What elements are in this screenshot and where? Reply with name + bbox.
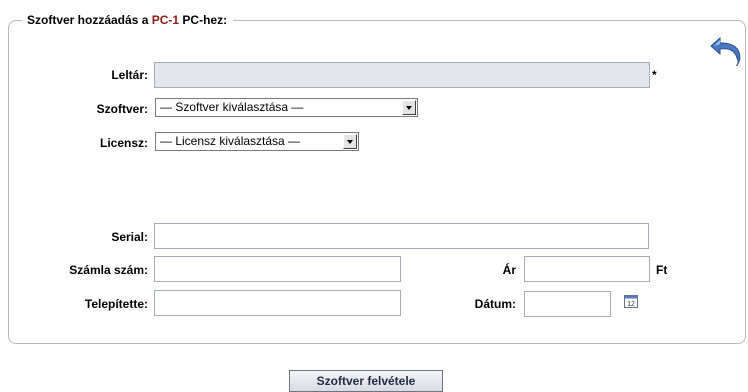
telepitette-label: Telepítette: bbox=[84, 297, 148, 311]
leltar-input[interactable] bbox=[154, 62, 650, 88]
calendar-day: 12 bbox=[627, 301, 635, 308]
legend-suffix: PC-hez: bbox=[179, 13, 228, 27]
calendar-icon[interactable]: 12 bbox=[624, 295, 638, 308]
leltar-label: Leltár: bbox=[111, 68, 148, 82]
datum-label: Dátum: bbox=[474, 297, 516, 311]
chevron-down-icon[interactable] bbox=[402, 100, 416, 115]
szoftver-selected-value: — Szoftver kiválasztása — bbox=[160, 100, 304, 114]
licensz-label: Licensz: bbox=[99, 136, 148, 150]
legend-pc-name: PC-1 bbox=[151, 13, 180, 27]
currency-unit: Ft bbox=[656, 263, 668, 277]
serial-label: Serial: bbox=[111, 230, 148, 244]
required-mark: * bbox=[652, 68, 657, 82]
ar-input[interactable] bbox=[524, 256, 650, 282]
licensz-selected-value: — Licensz kiválasztása — bbox=[160, 134, 301, 148]
licensz-select[interactable]: — Licensz kiválasztása — bbox=[155, 132, 359, 151]
telepitette-input[interactable] bbox=[154, 290, 401, 316]
legend-prefix: Szoftver hozzáadás a bbox=[27, 13, 152, 27]
chevron-down-icon[interactable] bbox=[343, 134, 357, 149]
szamla-input[interactable] bbox=[154, 256, 401, 282]
szoftver-label: Szoftver: bbox=[96, 102, 148, 116]
submit-software-button[interactable]: Szoftver felvétele bbox=[289, 370, 443, 392]
szoftver-select[interactable]: — Szoftver kiválasztása — bbox=[155, 98, 418, 117]
datum-input[interactable] bbox=[524, 291, 611, 317]
form-legend: Szoftver hozzáadás a PC-1 PC-hez: bbox=[22, 12, 234, 28]
ar-label: Ár bbox=[502, 263, 516, 277]
serial-input[interactable] bbox=[154, 223, 649, 249]
szamla-label: Számla szám: bbox=[69, 263, 148, 277]
undo-arrow-icon[interactable] bbox=[708, 32, 744, 66]
